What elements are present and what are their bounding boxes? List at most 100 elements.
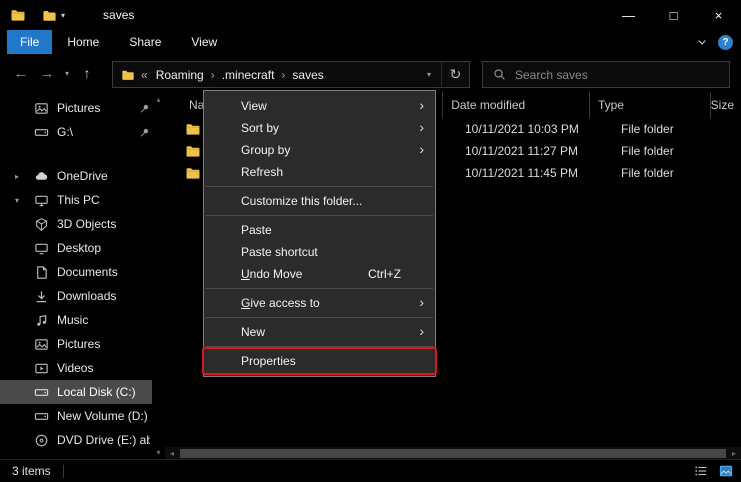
- ribbon-tab-bar: File Home Share View ?: [0, 30, 741, 54]
- drive-icon: [34, 409, 49, 424]
- pin-icon: [139, 103, 150, 114]
- breadcrumb-separator-icon: ›: [276, 68, 290, 82]
- qat-chevron-down-icon[interactable]: ▾: [61, 11, 65, 20]
- details-view-icon[interactable]: [690, 462, 712, 480]
- address-folder-icon: [121, 68, 135, 82]
- menu-item-paste-shortcut[interactable]: Paste shortcut: [204, 241, 435, 263]
- menu-item-properties[interactable]: Properties: [204, 350, 435, 372]
- titlebar: ▾ saves — □ ×: [0, 0, 741, 30]
- monitor-icon: [34, 241, 49, 256]
- menu-item-view[interactable]: View ›: [204, 95, 435, 117]
- scroll-left-icon[interactable]: ◂: [165, 449, 179, 458]
- pin-icon: [139, 127, 150, 138]
- search-input[interactable]: [513, 67, 729, 83]
- chevron-down-icon[interactable]: ▾: [15, 196, 19, 205]
- column-header-size[interactable]: Size: [710, 92, 741, 118]
- computer-icon: [34, 193, 49, 208]
- recent-locations-chevron-icon[interactable]: ▾: [60, 69, 74, 78]
- window-title: saves: [103, 8, 134, 22]
- help-icon[interactable]: ?: [718, 35, 733, 50]
- scroll-down-icon[interactable]: ▾: [156, 448, 160, 457]
- sidebar-item-onedrive[interactable]: ▸ OneDrive: [0, 164, 165, 188]
- column-header-type[interactable]: Type: [589, 92, 710, 118]
- breadcrumb-saves[interactable]: saves: [290, 68, 325, 82]
- tab-view[interactable]: View: [176, 30, 232, 54]
- video-icon: [34, 361, 49, 376]
- menu-item-refresh[interactable]: Refresh: [204, 161, 435, 183]
- menu-item-undo-move[interactable]: Undo Move Ctrl+Z: [204, 263, 435, 285]
- row-date-modified: 10/11/2021 11:45 PM: [457, 166, 613, 180]
- scroll-up-icon[interactable]: ▴: [156, 95, 160, 104]
- column-header-date-modified[interactable]: Date modified: [442, 92, 589, 118]
- folder-icon: [185, 165, 201, 181]
- breadcrumb-overflow-icon[interactable]: «: [141, 68, 148, 82]
- submenu-arrow-icon: ›: [419, 97, 424, 113]
- folder-icon: [185, 143, 201, 159]
- navigation-toolbar: ← → ▾ ↑ « Roaming › .minecraft › saves ▾…: [0, 54, 741, 92]
- menu-separator: [206, 186, 433, 187]
- breadcrumb-roaming[interactable]: Roaming: [154, 68, 206, 82]
- menu-item-give-access-to[interactable]: Give access to ›: [204, 292, 435, 314]
- menu-separator: [206, 288, 433, 289]
- submenu-arrow-icon: ›: [419, 119, 424, 135]
- close-button[interactable]: ×: [696, 0, 741, 30]
- download-icon: [34, 289, 49, 304]
- annotation-red-box: [202, 347, 437, 375]
- tab-home[interactable]: Home: [52, 30, 114, 54]
- menu-separator: [206, 317, 433, 318]
- tab-file[interactable]: File: [7, 30, 52, 54]
- back-icon[interactable]: ←: [8, 65, 34, 82]
- refresh-icon[interactable]: ↻: [441, 62, 469, 87]
- menu-item-customize-this-folder[interactable]: Customize this folder...: [204, 190, 435, 212]
- sidebar-item-pictures-pinned[interactable]: Pictures: [0, 96, 165, 120]
- items-count: 3 items: [12, 464, 51, 478]
- breadcrumb-minecraft[interactable]: .minecraft: [220, 68, 277, 82]
- tab-share[interactable]: Share: [114, 30, 176, 54]
- sidebar-item-desktop[interactable]: Desktop: [0, 236, 165, 260]
- dvd-icon: [34, 433, 49, 448]
- drive-icon: [34, 125, 49, 140]
- sidebar-item-dvd-drive-e[interactable]: DVD Drive (E:) abl: [0, 428, 165, 452]
- menu-item-group-by[interactable]: Group by ›: [204, 139, 435, 161]
- address-bar[interactable]: « Roaming › .minecraft › saves ▾ ↻: [112, 61, 470, 88]
- app-folder-icon: [10, 7, 26, 23]
- sidebar-item-this-pc[interactable]: ▾ This PC: [0, 188, 165, 212]
- sidebar-item-downloads[interactable]: Downloads: [0, 284, 165, 308]
- breadcrumb-separator-icon: ›: [206, 68, 220, 82]
- menu-shortcut: Ctrl+Z: [368, 267, 401, 281]
- sidebar-item-pictures[interactable]: Pictures: [0, 332, 165, 356]
- maximize-button[interactable]: □: [651, 0, 696, 30]
- menu-item-sort-by[interactable]: Sort by ›: [204, 117, 435, 139]
- scrollbar-thumb[interactable]: [180, 449, 726, 458]
- forward-icon[interactable]: →: [34, 65, 60, 82]
- sidebar-item-g-drive[interactable]: G:\: [0, 120, 165, 144]
- menu-item-paste[interactable]: Paste: [204, 219, 435, 241]
- pictures-icon: [34, 337, 49, 352]
- sidebar-scrollbar[interactable]: ▴ ▾: [152, 92, 165, 460]
- chevron-right-icon[interactable]: ▸: [15, 172, 19, 181]
- sidebar-item-music[interactable]: Music: [0, 308, 165, 332]
- status-divider: [63, 465, 64, 478]
- row-date-modified: 10/11/2021 11:27 PM: [457, 144, 613, 158]
- file-explorer-window: ▾ saves — □ × File Home Share View ? ← →…: [0, 0, 741, 482]
- submenu-arrow-icon: ›: [419, 294, 424, 310]
- address-dropdown-chevron-icon[interactable]: ▾: [427, 70, 431, 79]
- row-type: File folder: [613, 166, 741, 180]
- sidebar-item-documents[interactable]: Documents: [0, 260, 165, 284]
- submenu-arrow-icon: ›: [419, 141, 424, 157]
- minimize-button[interactable]: —: [606, 0, 651, 30]
- scroll-right-icon[interactable]: ▸: [727, 449, 741, 458]
- sidebar-item-videos[interactable]: Videos: [0, 356, 165, 380]
- up-icon[interactable]: ↑: [74, 65, 100, 81]
- quick-access-folder-icon[interactable]: [42, 8, 57, 23]
- sidebar-item-local-disk-c[interactable]: Local Disk (C:): [0, 380, 165, 404]
- sidebar-item-3d-objects[interactable]: 3D Objects: [0, 212, 165, 236]
- sidebar-item-new-volume-d[interactable]: New Volume (D:): [0, 404, 165, 428]
- row-date-modified: 10/11/2021 10:03 PM: [457, 122, 613, 136]
- music-icon: [34, 313, 49, 328]
- search-box[interactable]: [482, 61, 730, 88]
- expand-ribbon-chevron-icon[interactable]: [696, 36, 708, 48]
- menu-item-new[interactable]: New ›: [204, 321, 435, 343]
- large-icons-view-icon[interactable]: [715, 462, 737, 480]
- window-controls: — □ ×: [606, 0, 741, 30]
